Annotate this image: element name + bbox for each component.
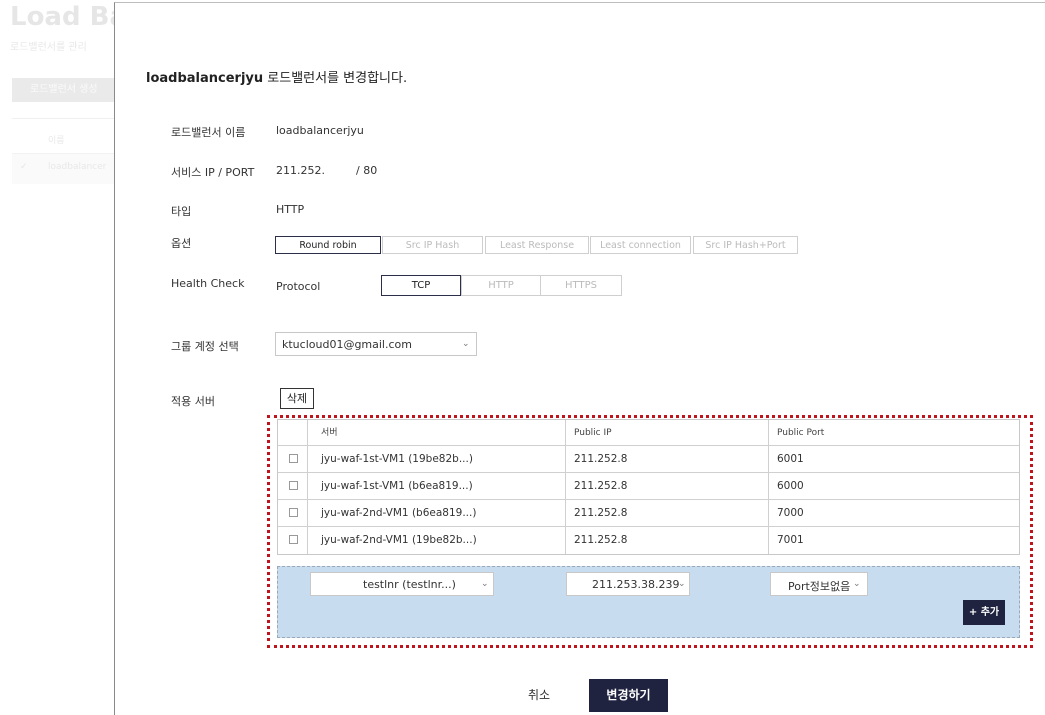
edit-lb-modal: loadbalancerjyu 로드밸런서를 변경합니다. 로드밸런서 이름 l… [114,2,1045,715]
health-check-label: Health Check [171,277,245,290]
type-label: 타입 [171,205,192,218]
modal-header-lb-name: loadbalancerjyu [146,71,264,86]
cancel-button[interactable]: 취소 [528,686,550,703]
group-account-select[interactable]: ktucloud01@gmail.com ⌄ [275,332,477,356]
page-subtitle: 로드밸런서를 관리 [10,42,87,53]
check-icon: ✓ [20,162,28,172]
applied-server-label: 적용 서버 [171,395,215,408]
group-account-value: ktucloud01@gmail.com [282,338,412,351]
modal-header-text: 로드밸런서를 변경합니다. [263,71,408,86]
lb-name-cell: loadbalancer [48,162,107,172]
type-value: HTTP [276,203,305,216]
table-row: ✓ loadbalancer [12,153,115,184]
option-least-response[interactable]: Least Response [485,236,589,254]
protocol-label: Protocol [276,280,321,293]
modal-header: loadbalancerjyu 로드밸런서를 변경합니다. [146,67,407,86]
protocol-tcp[interactable]: TCP [381,275,461,296]
chevron-down-icon: ⌄ [462,339,470,349]
option-least-connection[interactable]: Least connection [590,236,691,254]
page-title: Load Bal [10,2,115,32]
lb-name-value: loadbalancerjyu [276,124,364,137]
background-page: Load Bal 로드밸런서를 관리 로드밸런서 생성 이름 ✓ loadbal… [0,0,115,714]
service-ip-value: 211.252. [276,164,325,177]
option-label: 옵션 [171,237,192,250]
protocol-http[interactable]: HTTP [461,275,541,296]
delete-button[interactable]: 삭제 [280,388,314,409]
group-account-label: 그룹 계정 선택 [171,340,239,353]
confirm-change-button[interactable]: 변경하기 [589,679,668,712]
table-header-name: 이름 [48,136,65,146]
lb-list-table: 이름 ✓ loadbalancer [12,118,115,187]
create-lb-button: 로드밸런서 생성 [12,78,115,102]
option-src-ip-hash-port[interactable]: Src IP Hash+Port [693,236,798,254]
option-src-ip-hash[interactable]: Src IP Hash [382,236,483,254]
service-port-value: / 80 [356,164,378,177]
service-ip-port-label: 서비스 IP / PORT [171,166,255,179]
lb-name-label: 로드밸런서 이름 [171,126,246,139]
protocol-https[interactable]: HTTPS [540,275,622,296]
option-round-robin[interactable]: Round robin [275,236,381,254]
highlight-box [267,415,1033,648]
